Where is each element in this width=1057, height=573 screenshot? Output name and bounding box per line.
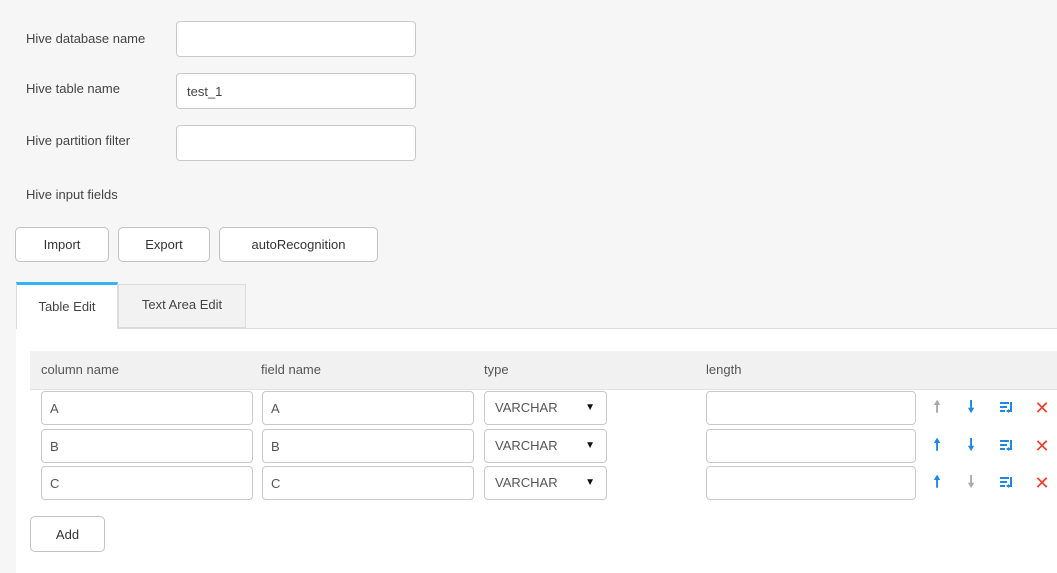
type-select[interactable]: VARCHAR ▼ <box>484 429 607 463</box>
hive-table-name-input[interactable] <box>176 73 416 109</box>
length-header: length <box>706 362 742 377</box>
insert-row-icon[interactable] <box>996 466 1016 500</box>
caret-down-icon: ▼ <box>585 477 595 488</box>
table-row: VARCHAR ▼ 🠕 🠗 ✕ <box>0 466 1057 500</box>
caret-down-icon: ▼ <box>585 402 595 413</box>
length-input[interactable] <box>706 391 916 425</box>
delete-icon[interactable]: ✕ <box>1032 391 1052 425</box>
hive-partition-filter-input[interactable] <box>176 125 416 161</box>
field-name-header: field name <box>261 362 321 377</box>
table-row: VARCHAR ▼ 🠕 🠗 ✕ <box>0 429 1057 463</box>
hive-table-name-label: Hive table name <box>26 81 120 96</box>
column-name-input[interactable] <box>41 429 253 463</box>
field-name-input[interactable] <box>262 429 474 463</box>
fields-table-header: column name field name type length <box>30 351 1057 390</box>
hive-database-name-label: Hive database name <box>26 31 146 46</box>
column-name-header: column name <box>41 362 120 377</box>
arrow-up-icon[interactable]: 🠕 <box>927 429 947 463</box>
hive-partition-filter-label: Hive partition filter <box>26 133 131 148</box>
column-name-input[interactable] <box>41 391 253 425</box>
type-select[interactable]: VARCHAR ▼ <box>484 466 607 500</box>
field-name-input[interactable] <box>262 466 474 500</box>
delete-icon[interactable]: ✕ <box>1032 429 1052 463</box>
caret-down-icon: ▼ <box>585 440 595 451</box>
arrow-down-icon[interactable]: 🠗 <box>961 391 981 425</box>
tab-text-area-edit[interactable]: Text Area Edit <box>118 284 246 328</box>
length-input[interactable] <box>706 429 916 463</box>
type-select-value: VARCHAR <box>495 400 558 415</box>
delete-icon[interactable]: ✕ <box>1032 466 1052 500</box>
export-button[interactable]: Export <box>118 227 210 262</box>
arrow-down-icon[interactable]: 🠗 <box>961 466 981 500</box>
tab-table-edit[interactable]: Table Edit <box>16 282 118 329</box>
column-name-input[interactable] <box>41 466 253 500</box>
arrow-up-icon[interactable]: 🠕 <box>927 466 947 500</box>
type-header: type <box>484 362 509 377</box>
type-select-value: VARCHAR <box>495 438 558 453</box>
hive-input-fields-label: Hive input fields <box>26 187 118 202</box>
arrow-up-icon[interactable]: 🠕 <box>927 391 947 425</box>
length-input[interactable] <box>706 466 916 500</box>
arrow-down-icon[interactable]: 🠗 <box>961 429 981 463</box>
field-name-input[interactable] <box>262 391 474 425</box>
hive-database-name-input[interactable] <box>176 21 416 57</box>
import-button[interactable]: Import <box>15 227 109 262</box>
table-row: VARCHAR ▼ 🠕 🠗 ✕ <box>0 391 1057 425</box>
type-select-value: VARCHAR <box>495 475 558 490</box>
insert-row-icon[interactable] <box>996 391 1016 425</box>
auto-recognition-button[interactable]: autoRecognition <box>219 227 378 262</box>
add-row-button[interactable]: Add <box>30 516 105 552</box>
type-select[interactable]: VARCHAR ▼ <box>484 391 607 425</box>
insert-row-icon[interactable] <box>996 429 1016 463</box>
